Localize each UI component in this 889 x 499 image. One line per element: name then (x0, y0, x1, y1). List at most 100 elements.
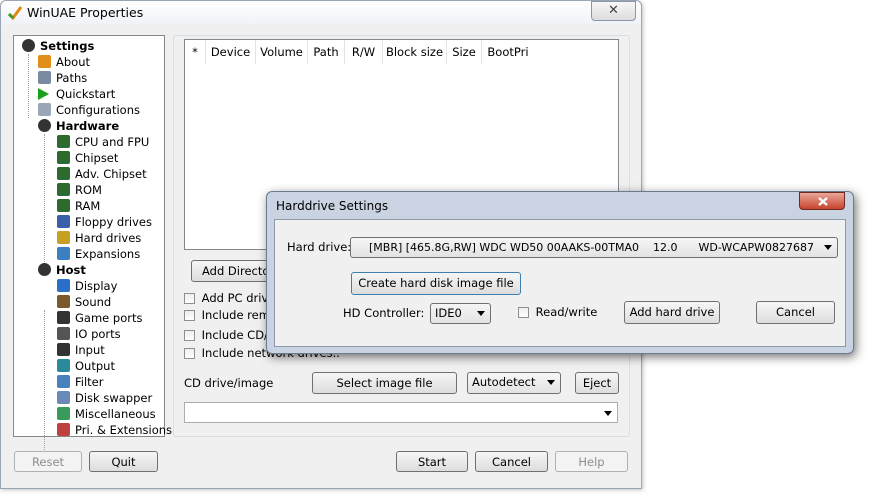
sidebar-item-label: Miscellaneous (75, 407, 156, 421)
window-title: WinUAE Properties (27, 5, 144, 20)
column-header-size[interactable]: Size (447, 40, 482, 64)
disk-swapper-icon (57, 391, 70, 404)
sidebar-item-label: Configurations (56, 103, 140, 117)
sidebar-item-ram[interactable]: RAM (57, 198, 100, 214)
sidebar-item-settings[interactable]: Settings (22, 38, 94, 54)
include-removable-option[interactable]: Include remo (184, 308, 277, 322)
chevron-down-icon (604, 411, 612, 416)
chip-icon (57, 199, 70, 212)
sidebar-item-label: Filter (75, 375, 104, 389)
sidebar-item-configurations[interactable]: Configurations (38, 102, 140, 118)
chevron-down-icon (477, 311, 485, 316)
start-button[interactable]: Start (396, 451, 468, 472)
sidebar-item-about[interactable]: About (38, 54, 90, 70)
eject-button[interactable]: Eject (575, 372, 619, 394)
column-header-bootpri[interactable]: BootPri (482, 40, 534, 64)
chevron-down-icon (824, 245, 832, 250)
sidebar-item-sound[interactable]: Sound (57, 294, 111, 310)
sidebar-item-hard-drives[interactable]: Hard drives (57, 230, 141, 246)
filter-icon (57, 375, 70, 388)
sidebar-item-label: Floppy drives (75, 215, 153, 229)
column-header-path[interactable]: Path (308, 40, 345, 64)
dialog-body: Hard drive: [MBR] [465.8G,RW] WDC WD50 0… (274, 219, 846, 347)
sidebar-item-host[interactable]: Host (38, 262, 86, 278)
column-header-volume[interactable]: Volume (256, 40, 308, 64)
cd-mode-select[interactable]: Autodetect (467, 372, 561, 394)
sidebar-item-hardware[interactable]: Hardware (38, 118, 119, 134)
tree-connector-line (28, 54, 29, 118)
sidebar-item-paths[interactable]: Paths (38, 70, 87, 86)
sidebar-item-label: ROM (75, 183, 102, 197)
hard-drive-select[interactable]: [MBR] [465.8G,RW] WDC WD50 00AAKS-00TMA0… (350, 237, 838, 258)
cancel-button[interactable]: Cancel (475, 451, 548, 472)
hardware-disk-icon (38, 119, 51, 132)
sidebar-item-filter[interactable]: Filter (57, 374, 103, 390)
help-button[interactable]: Help (555, 451, 628, 472)
cd-path-combo[interactable] (184, 402, 618, 423)
cd-drive-label: CD drive/image (184, 376, 274, 390)
sidebar-item-input[interactable]: Input (57, 342, 105, 358)
about-check-icon (38, 55, 51, 68)
cd-mode-value: Autodetect (472, 375, 536, 389)
sidebar-item-label: Paths (56, 71, 88, 85)
column-header-device[interactable]: Device (206, 40, 256, 64)
expansions-icon (57, 247, 70, 260)
dialog-close-button[interactable] (799, 192, 845, 210)
read-write-checkbox[interactable] (518, 307, 529, 318)
sidebar-item-label: Display (75, 279, 118, 293)
output-icon (57, 359, 70, 372)
settings-tree[interactable]: Settings About Paths Quickstart Configuratio… (13, 35, 172, 462)
hd-controller-select[interactable]: IDE0 (430, 303, 491, 324)
column-header-block-size[interactable]: Block size (383, 40, 447, 64)
sidebar-item-label: Hardware (56, 119, 120, 133)
sidebar-item-cpu-and-fpu[interactable]: CPU and FPU (57, 134, 149, 150)
chip-icon (57, 183, 70, 196)
column-header-rw[interactable]: R/W (345, 40, 383, 64)
io-ports-icon (57, 327, 70, 340)
sidebar-item-label: Chipset (75, 151, 119, 165)
main-titlebar[interactable]: WinUAE Properties ✕ (1, 1, 641, 25)
sidebar-item-display[interactable]: Display (57, 278, 117, 294)
sidebar-item-chipset[interactable]: Chipset (57, 150, 118, 166)
hard-drive-value: [MBR] [465.8G,RW] WDC WD50 00AAKS-00TMA0… (369, 241, 814, 254)
add-hard-drive-button[interactable]: Add hard drive (624, 301, 720, 324)
harddrive-settings-dialog: Harddrive Settings Hard drive: [MBR] [46… (266, 191, 854, 354)
harddrive-icon (57, 231, 70, 244)
include-cd-option[interactable]: Include CD/D (184, 328, 277, 342)
sound-icon (57, 295, 70, 308)
sidebar-item-miscellaneous[interactable]: Miscellaneous (57, 406, 156, 422)
sidebar-item-quickstart[interactable]: Quickstart (38, 86, 115, 102)
dialog-cancel-button[interactable]: Cancel (756, 301, 835, 324)
include-removable-checkbox[interactable] (184, 310, 195, 321)
select-image-file-button[interactable]: Select image file (312, 372, 457, 394)
add-pc-drives-checkbox[interactable] (184, 293, 195, 304)
close-icon (818, 197, 828, 206)
read-write-option[interactable]: Read/write (518, 305, 597, 319)
sidebar-item-rom[interactable]: ROM (57, 182, 102, 198)
sidebar-item-adv-chipset[interactable]: Adv. Chipset (57, 166, 147, 182)
sidebar-item-pri-extensions[interactable]: Pri. & Extensions (57, 422, 172, 438)
window-close-button[interactable]: ✕ (591, 1, 636, 21)
sidebar-item-label: Pri. & Extensions (75, 423, 173, 437)
chip-icon (57, 167, 70, 180)
sidebar-item-floppy-drives[interactable]: Floppy drives (57, 214, 152, 230)
configurations-icon (38, 103, 51, 116)
column-header-star[interactable]: * (185, 40, 206, 64)
joystick-icon (57, 343, 70, 356)
reset-button[interactable]: Reset (14, 451, 82, 472)
sidebar-item-output[interactable]: Output (57, 358, 115, 374)
sidebar-item-expansions[interactable]: Expansions (57, 246, 140, 262)
quit-button[interactable]: Quit (89, 451, 158, 472)
read-write-label: Read/write (535, 305, 598, 319)
create-hard-disk-image-button[interactable]: Create hard disk image file (351, 272, 521, 295)
sidebar-item-label: IO ports (75, 327, 121, 341)
sidebar-item-label: Host (56, 263, 86, 277)
joystick-icon (57, 311, 70, 324)
sidebar-item-io-ports[interactable]: IO ports (57, 326, 121, 342)
extensions-icon (57, 423, 70, 436)
include-cd-checkbox[interactable] (184, 330, 195, 341)
include-network-checkbox[interactable] (184, 348, 195, 359)
sidebar-item-game-ports[interactable]: Game ports (57, 310, 142, 326)
sidebar-item-label: Hard drives (75, 231, 142, 245)
sidebar-item-disk-swapper[interactable]: Disk swapper (57, 390, 152, 406)
